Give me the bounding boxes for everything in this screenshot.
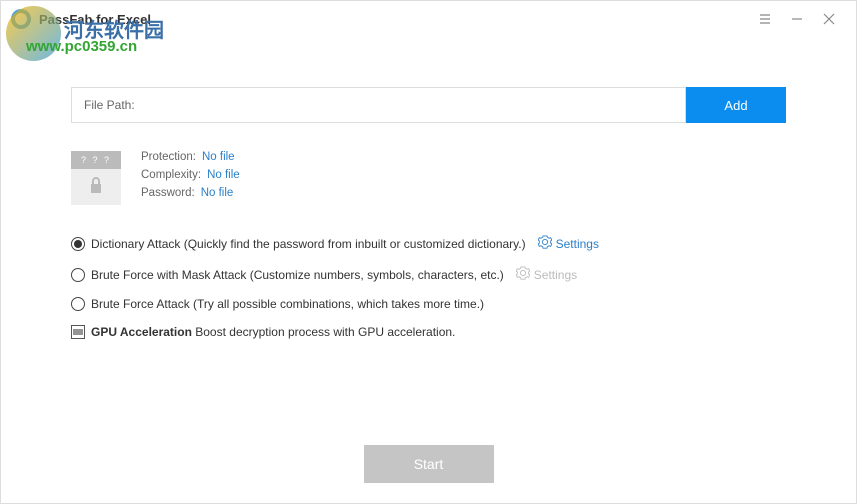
mask-attack-radio[interactable] — [71, 268, 85, 282]
start-button[interactable]: Start — [364, 445, 494, 483]
protection-label: Protection: — [141, 151, 196, 163]
gear-icon — [516, 266, 530, 283]
file-info: ? ? ? Protection:No file Complexity:No f… — [71, 151, 786, 205]
app-title: PassFab for Excel — [39, 12, 151, 27]
close-button[interactable] — [817, 7, 841, 31]
file-thumbnail: ? ? ? — [71, 151, 121, 205]
password-value: No file — [201, 187, 234, 199]
dictionary-settings-text: Settings — [556, 237, 599, 251]
file-path-row: File Path: Add — [71, 87, 786, 123]
gpu-label: GPU Acceleration Boost decryption proces… — [91, 325, 455, 339]
complexity-label: Complexity: — [141, 169, 201, 181]
mask-settings-link: Settings — [516, 266, 577, 283]
file-path-input[interactable]: File Path: — [71, 87, 686, 123]
add-button[interactable]: Add — [686, 87, 786, 123]
dictionary-attack-radio[interactable] — [71, 237, 85, 251]
dictionary-settings-link[interactable]: Settings — [538, 235, 599, 252]
minimize-button[interactable] — [785, 7, 809, 31]
complexity-value: No file — [207, 169, 240, 181]
lock-icon — [89, 176, 103, 199]
brute-force-radio[interactable] — [71, 297, 85, 311]
app-logo-icon — [11, 9, 31, 29]
protection-value: No file — [202, 151, 235, 163]
mask-attack-label: Brute Force with Mask Attack (Customize … — [91, 268, 504, 282]
menu-button[interactable] — [753, 7, 777, 31]
thumbnail-placeholder-text: ? ? ? — [71, 151, 121, 169]
password-label: Password: — [141, 187, 195, 199]
dictionary-attack-label: Dictionary Attack (Quickly find the pass… — [91, 237, 526, 251]
file-path-label: File Path: — [84, 98, 135, 112]
brute-force-label: Brute Force Attack (Try all possible com… — [91, 297, 484, 311]
mask-settings-text: Settings — [534, 268, 577, 282]
title-bar: PassFab for Excel — [1, 1, 856, 37]
gpu-checkbox[interactable] — [71, 325, 85, 339]
gear-icon — [538, 235, 552, 252]
